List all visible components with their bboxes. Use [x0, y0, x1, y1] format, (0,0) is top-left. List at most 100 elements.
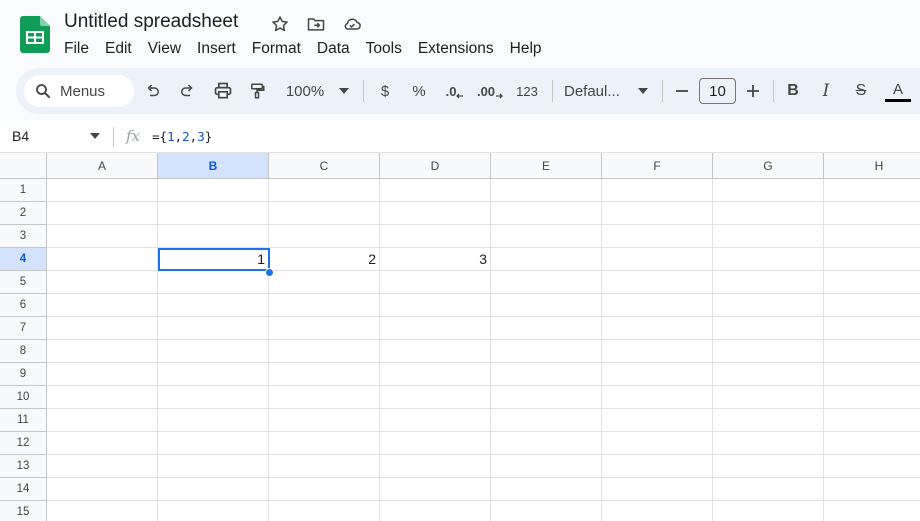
cell-b10[interactable] [158, 386, 269, 409]
cell-a13[interactable] [47, 455, 158, 478]
cell-h10[interactable] [824, 386, 920, 409]
cell-g13[interactable] [713, 455, 824, 478]
cell-e15[interactable] [491, 501, 602, 521]
cloud-saved-icon[interactable] [340, 12, 364, 36]
menu-insert[interactable]: Insert [189, 38, 244, 60]
cell-g8[interactable] [713, 340, 824, 363]
column-header-b[interactable]: B [158, 153, 269, 179]
cell-d1[interactable] [380, 179, 491, 202]
cell-e7[interactable] [491, 317, 602, 340]
cell-f5[interactable] [602, 271, 713, 294]
menu-edit[interactable]: Edit [97, 38, 140, 60]
cell-e4[interactable] [491, 248, 602, 271]
menu-format[interactable]: Format [244, 38, 309, 60]
cell-b14[interactable] [158, 478, 269, 501]
cell-f8[interactable] [602, 340, 713, 363]
font-dropdown-icon[interactable] [635, 76, 651, 106]
row-header-5[interactable]: 5 [0, 271, 47, 294]
cell-b15[interactable] [158, 501, 269, 521]
cell-c12[interactable] [269, 432, 380, 455]
row-header-11[interactable]: 11 [0, 409, 47, 432]
menu-tools[interactable]: Tools [358, 38, 410, 60]
cell-h14[interactable] [824, 478, 920, 501]
decrease-font-size-button[interactable] [672, 76, 692, 106]
column-header-f[interactable]: F [602, 153, 713, 179]
zoom-value[interactable]: 100% [282, 76, 328, 106]
sheets-logo-icon[interactable] [20, 16, 50, 53]
cell-d6[interactable] [380, 294, 491, 317]
cell-a7[interactable] [47, 317, 158, 340]
cell-e5[interactable] [491, 271, 602, 294]
row-header-6[interactable]: 6 [0, 294, 47, 317]
cell-f4[interactable] [602, 248, 713, 271]
row-header-14[interactable]: 14 [0, 478, 47, 501]
cell-c13[interactable] [269, 455, 380, 478]
bold-button[interactable]: B [783, 76, 803, 106]
fill-handle[interactable] [265, 268, 274, 277]
cell-h2[interactable] [824, 202, 920, 225]
cell-h9[interactable] [824, 363, 920, 386]
cell-e8[interactable] [491, 340, 602, 363]
name-box-dropdown-icon[interactable] [90, 133, 100, 139]
cell-f3[interactable] [602, 225, 713, 248]
menu-help[interactable]: Help [502, 38, 550, 60]
name-box[interactable]: B4 [12, 128, 29, 144]
paint-format-button[interactable] [246, 76, 268, 106]
cell-b8[interactable] [158, 340, 269, 363]
cell-c10[interactable] [269, 386, 380, 409]
cell-a10[interactable] [47, 386, 158, 409]
cell-b9[interactable] [158, 363, 269, 386]
cell-e13[interactable] [491, 455, 602, 478]
menu-extensions[interactable]: Extensions [410, 38, 502, 60]
cell-c6[interactable] [269, 294, 380, 317]
cell-h8[interactable] [824, 340, 920, 363]
cell-e3[interactable] [491, 225, 602, 248]
row-header-9[interactable]: 9 [0, 363, 47, 386]
cell-b5[interactable] [158, 271, 269, 294]
cell-b7[interactable] [158, 317, 269, 340]
italic-button[interactable]: I [816, 76, 836, 106]
cell-f7[interactable] [602, 317, 713, 340]
cell-a11[interactable] [47, 409, 158, 432]
cell-g12[interactable] [713, 432, 824, 455]
column-header-e[interactable]: E [491, 153, 602, 179]
cell-c3[interactable] [269, 225, 380, 248]
menu-file[interactable]: File [56, 38, 97, 60]
cell-a12[interactable] [47, 432, 158, 455]
cell-d2[interactable] [380, 202, 491, 225]
cell-d3[interactable] [380, 225, 491, 248]
column-header-a[interactable]: A [47, 153, 158, 179]
cell-c2[interactable] [269, 202, 380, 225]
cell-e14[interactable] [491, 478, 602, 501]
cell-a1[interactable] [47, 179, 158, 202]
cell-c1[interactable] [269, 179, 380, 202]
cell-a6[interactable] [47, 294, 158, 317]
cell-d13[interactable] [380, 455, 491, 478]
star-icon[interactable] [268, 12, 292, 36]
cell-g15[interactable] [713, 501, 824, 521]
cell-c9[interactable] [269, 363, 380, 386]
cell-h5[interactable] [824, 271, 920, 294]
menu-data[interactable]: Data [309, 38, 358, 60]
cell-d14[interactable] [380, 478, 491, 501]
cell-f15[interactable] [602, 501, 713, 521]
cell-d8[interactable] [380, 340, 491, 363]
move-folder-icon[interactable] [304, 12, 328, 36]
increase-decimal-button[interactable]: .00 [476, 76, 504, 106]
cell-a15[interactable] [47, 501, 158, 521]
formula-input[interactable]: ={1,2,3} [152, 129, 212, 144]
cell-b12[interactable] [158, 432, 269, 455]
row-header-1[interactable]: 1 [0, 179, 47, 202]
menu-view[interactable]: View [140, 38, 189, 60]
cell-a8[interactable] [47, 340, 158, 363]
print-button[interactable] [211, 76, 235, 106]
column-header-g[interactable]: G [713, 153, 824, 179]
undo-button[interactable] [142, 76, 164, 106]
cell-h13[interactable] [824, 455, 920, 478]
cell-d4[interactable]: 3 [380, 248, 491, 271]
strikethrough-button[interactable]: S [850, 76, 872, 106]
cell-g6[interactable] [713, 294, 824, 317]
zoom-dropdown-icon[interactable] [336, 76, 352, 106]
row-header-4[interactable]: 4 [0, 248, 47, 271]
cell-a2[interactable] [47, 202, 158, 225]
